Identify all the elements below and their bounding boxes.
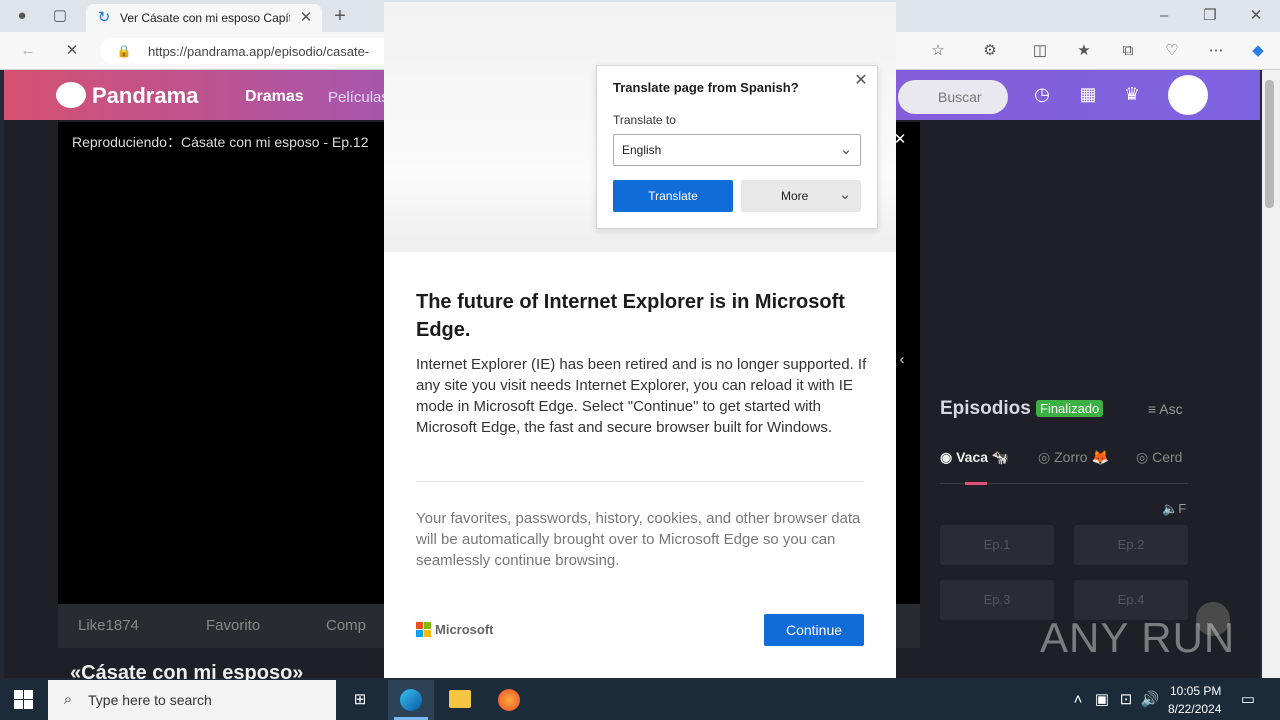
group-tab-cerdo-label: Cerd bbox=[1152, 449, 1183, 465]
favorite-button[interactable]: Favorito bbox=[206, 617, 260, 634]
panda-logo-icon bbox=[56, 82, 86, 108]
history-icon[interactable]: ◷ bbox=[1032, 84, 1052, 104]
menu-icon[interactable]: ⋯ bbox=[1206, 41, 1226, 61]
user-avatar[interactable] bbox=[1168, 75, 1208, 115]
favorite-star-icon[interactable]: ☆ bbox=[928, 41, 948, 61]
tab-title: Ver Cásate con mi esposo Capítul bbox=[120, 11, 290, 25]
clock-time[interactable]: 10:05 PM bbox=[1170, 684, 1221, 698]
split-screen-icon[interactable]: ◫ bbox=[1030, 41, 1050, 61]
now-playing-text: Reproduciendo：Cásate con mi esposo - Ep.… bbox=[72, 134, 369, 150]
dialog-secondary-text: Your favorites, passwords, history, cook… bbox=[416, 510, 861, 569]
tab-actions-icon[interactable]: ▢ bbox=[50, 6, 70, 26]
apps-icon[interactable]: ▦ bbox=[1078, 84, 1098, 104]
notification-icon[interactable]: ▭ bbox=[1238, 690, 1258, 710]
anyrun-watermark: ANY RUN bbox=[1040, 614, 1236, 661]
translate-title: Translate page from Spanish? bbox=[613, 80, 799, 95]
network-icon[interactable]: ⊡ bbox=[1116, 690, 1136, 710]
extensions-icon[interactable]: ⚙ bbox=[980, 41, 1000, 61]
nav-dramas[interactable]: Dramas bbox=[245, 88, 304, 106]
site-search-input[interactable]: Buscar bbox=[898, 80, 1008, 114]
tray-overflow-icon[interactable]: ˄ bbox=[1068, 690, 1088, 710]
site-search-placeholder: Buscar bbox=[938, 89, 982, 105]
more-chevron-icon: ⌄ bbox=[838, 186, 852, 203]
meet-now-icon[interactable]: ▣ bbox=[1092, 690, 1112, 710]
chevron-down-icon: ⌄ bbox=[839, 141, 853, 158]
dialog-divider bbox=[416, 481, 864, 482]
taskbar-search-placeholder: Type here to search bbox=[88, 692, 212, 708]
sort-button[interactable]: ≡ Asc bbox=[1148, 401, 1183, 417]
close-tab-icon[interactable]: ✕ bbox=[296, 8, 316, 28]
new-tab-icon[interactable]: + bbox=[330, 6, 350, 26]
url-text: https://pandrama.app/episodio/casate- bbox=[148, 44, 370, 59]
like-button[interactable]: Like1874 bbox=[78, 617, 139, 634]
favorites-icon[interactable]: ★ bbox=[1074, 41, 1094, 61]
performance-icon[interactable]: ♡ bbox=[1162, 41, 1182, 61]
nav-peliculas[interactable]: Películas bbox=[328, 89, 389, 106]
status-badge: Finalizado bbox=[1036, 400, 1104, 417]
episode-item[interactable]: Ep.2 bbox=[1074, 525, 1188, 565]
taskbar-search-box[interactable]: ⌕ Type here to search bbox=[48, 680, 336, 720]
loading-icon: ↻ bbox=[97, 9, 111, 26]
active-tab-indicator bbox=[965, 482, 987, 485]
episodes-title: Episodios bbox=[940, 398, 1031, 419]
audio-language-label: F bbox=[1178, 501, 1187, 516]
close-window-icon[interactable]: ✕ bbox=[1246, 6, 1266, 26]
group-tab-zorro-label: Zorro 🦊 bbox=[1054, 449, 1109, 465]
share-button[interactable]: Comp bbox=[326, 617, 366, 634]
stop-icon[interactable]: ✕ bbox=[62, 41, 82, 61]
copilot-icon[interactable]: ◆ bbox=[1248, 41, 1268, 61]
episode-item[interactable]: Ep.1 bbox=[940, 525, 1054, 565]
volume-icon[interactable]: 🔊 bbox=[1140, 690, 1160, 710]
translate-to-label: Translate to bbox=[613, 113, 676, 127]
task-view-icon[interactable]: ⊞ bbox=[350, 690, 370, 710]
dialog-heading: The future of Internet Explorer is in Mi… bbox=[416, 291, 845, 341]
dialog-body: Internet Explorer (IE) has been retired … bbox=[416, 356, 867, 436]
continue-button[interactable]: Continue bbox=[764, 614, 864, 646]
microsoft-brand-text: Microsoft bbox=[435, 622, 494, 637]
search-icon: ⌕ bbox=[63, 691, 73, 708]
group-tab-vaca-label: Vaca 🐄 bbox=[956, 449, 1010, 465]
group-tab-cerdo[interactable]: ◎ Cerd bbox=[1136, 449, 1182, 466]
edge-taskbar-icon[interactable] bbox=[388, 680, 434, 720]
close-translate-icon[interactable]: ✕ bbox=[851, 71, 871, 91]
browser-tab[interactable]: ↻ Ver Cásate con mi esposo Capítul ✕ bbox=[86, 4, 322, 32]
microsoft-logo-icon bbox=[416, 622, 432, 638]
more-button[interactable]: More ⌄ bbox=[741, 180, 861, 212]
firefox-icon[interactable] bbox=[498, 689, 520, 711]
translate-popup: Translate page from Spanish? ✕ Translate… bbox=[596, 65, 878, 229]
crown-icon[interactable]: ♛ bbox=[1122, 84, 1142, 104]
file-explorer-icon[interactable] bbox=[449, 690, 471, 708]
translate-button[interactable]: Translate bbox=[613, 180, 733, 212]
sort-label: Asc bbox=[1159, 401, 1183, 417]
collections-icon[interactable]: ⧉ bbox=[1118, 41, 1138, 61]
clock-date[interactable]: 8/22/2024 bbox=[1168, 702, 1221, 716]
language-select-value: English bbox=[622, 143, 662, 157]
restore-icon[interactable]: ❐ bbox=[1200, 6, 1220, 26]
back-icon[interactable]: ← bbox=[18, 41, 38, 61]
more-button-label: More bbox=[781, 189, 809, 203]
group-tab-zorro[interactable]: ◎ Zorro 🦊 bbox=[1038, 449, 1109, 466]
profile-icon[interactable]: ● bbox=[12, 6, 32, 26]
group-tab-vaca[interactable]: ◉ Vaca 🐄 bbox=[940, 449, 1009, 466]
url-field[interactable]: 🔒 https://pandrama.app/episodio/casate- bbox=[100, 38, 400, 64]
windows-start-icon[interactable] bbox=[14, 690, 34, 710]
language-select[interactable]: English ⌄ bbox=[613, 134, 861, 166]
site-logo[interactable]: Pandrama bbox=[92, 83, 198, 109]
episode-item[interactable]: Ep.3 bbox=[940, 580, 1054, 620]
lock-icon: 🔒 bbox=[116, 44, 132, 58]
audio-language[interactable]: 🔈F bbox=[1162, 501, 1186, 517]
minimize-icon[interactable]: – bbox=[1154, 6, 1174, 26]
scrollbar-thumb[interactable] bbox=[1265, 80, 1274, 208]
